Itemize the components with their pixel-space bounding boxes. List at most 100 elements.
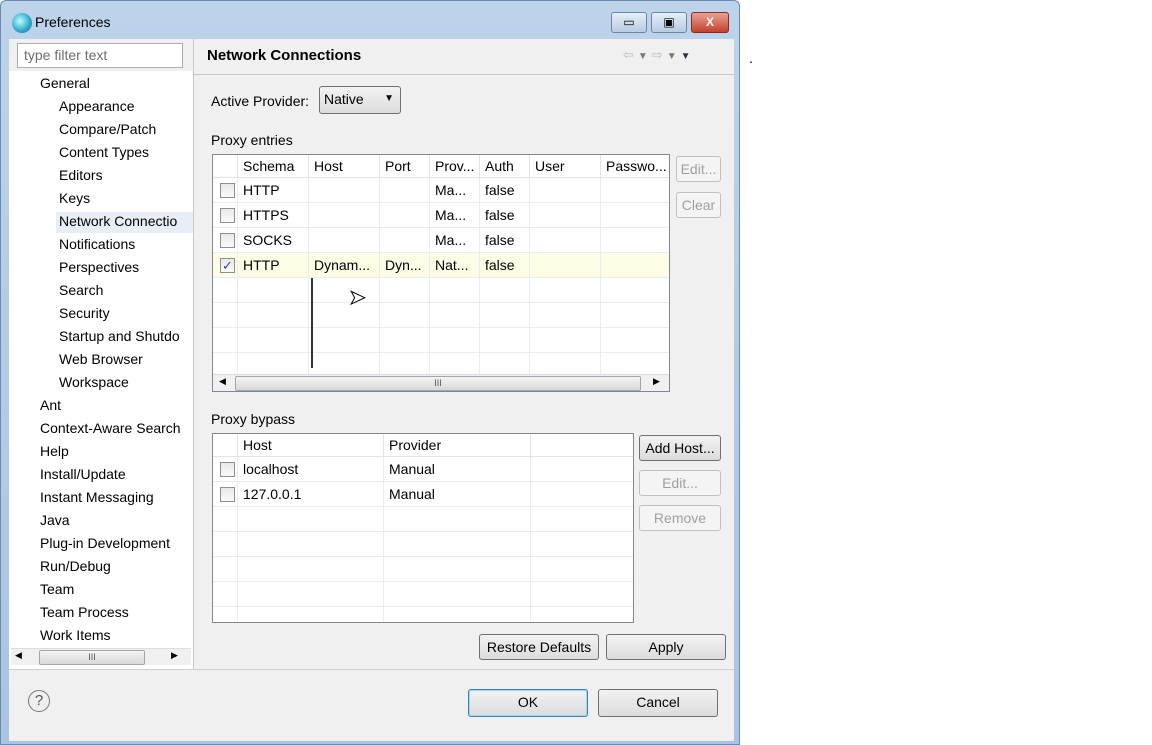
tree-item[interactable]: Search: [56, 281, 106, 302]
forward-menu-icon[interactable]: ▼: [667, 51, 681, 62]
tree-item[interactable]: Keys: [56, 189, 93, 210]
tree-item[interactable]: Content Types: [56, 143, 152, 164]
column-header[interactable]: Host: [309, 155, 380, 178]
table-cell[interactable]: [530, 178, 601, 203]
remove-bypass-button[interactable]: Remove: [639, 505, 721, 531]
scroll-left-arrow-icon[interactable]: ◀: [219, 376, 226, 387]
add-host-button[interactable]: Add Host...: [639, 435, 721, 461]
column-header[interactable]: User: [530, 155, 601, 178]
table-cell[interactable]: [601, 178, 669, 203]
tree-item[interactable]: Work Items: [37, 626, 114, 647]
column-header[interactable]: Passwo...: [601, 155, 669, 178]
scroll-thumb[interactable]: III: [235, 376, 641, 391]
column-header[interactable]: Port: [380, 155, 430, 178]
column-header[interactable]: [213, 434, 238, 457]
row-checkbox[interactable]: [220, 208, 235, 223]
table-cell[interactable]: Dynam...: [309, 253, 380, 278]
table-cell[interactable]: localhost: [238, 457, 384, 482]
tree-item[interactable]: Plug-in Development: [37, 534, 173, 555]
row-checkbox[interactable]: [220, 183, 235, 198]
table-cell[interactable]: Manual: [384, 457, 531, 482]
row-checkbox[interactable]: [220, 462, 235, 477]
table-cell[interactable]: [601, 228, 669, 253]
table-cell[interactable]: [380, 228, 430, 253]
table-cell[interactable]: [380, 178, 430, 203]
maximize-button[interactable]: ▣: [651, 12, 687, 33]
column-header[interactable]: Prov...: [430, 155, 480, 178]
tree-item[interactable]: General: [37, 74, 93, 95]
restore-defaults-button[interactable]: Restore Defaults: [479, 634, 599, 660]
tree-item[interactable]: Compare/Patch: [56, 120, 159, 141]
table-cell[interactable]: [309, 228, 380, 253]
tree-item[interactable]: Team Process: [37, 603, 132, 624]
table-cell[interactable]: [309, 178, 380, 203]
table-cell[interactable]: Ma...: [430, 228, 480, 253]
column-header[interactable]: Host: [238, 434, 384, 457]
table-cell[interactable]: Manual: [384, 482, 531, 507]
column-header[interactable]: Schema: [238, 155, 309, 178]
tree-item[interactable]: Network Connectio: [56, 212, 193, 233]
tree-item[interactable]: Notifications: [56, 235, 138, 256]
table-cell[interactable]: [601, 203, 669, 228]
tree-item[interactable]: Help: [37, 442, 72, 463]
forward-arrow-icon[interactable]: ⇨: [652, 47, 667, 62]
table-cell[interactable]: HTTP: [238, 178, 309, 203]
proxy-entries-table[interactable]: Schema Host Port Prov... Auth User Passwo... HT…: [212, 154, 670, 392]
tree-horizontal-scrollbar[interactable]: ◀ III ▶: [11, 648, 191, 665]
tree-item[interactable]: Appearance: [56, 97, 138, 118]
table-cell[interactable]: [601, 253, 669, 278]
tree-item[interactable]: Context-Aware Search: [37, 419, 184, 440]
table-cell[interactable]: false: [480, 203, 530, 228]
minimize-button[interactable]: ▭: [611, 12, 647, 33]
cancel-button[interactable]: Cancel: [598, 689, 718, 717]
tree-item[interactable]: Perspectives: [56, 258, 142, 279]
table-cell[interactable]: Ma...: [430, 203, 480, 228]
tree-item[interactable]: Security: [56, 304, 113, 325]
table-cell[interactable]: [530, 228, 601, 253]
table-cell[interactable]: 127.0.0.1: [238, 482, 384, 507]
row-checkbox[interactable]: [220, 233, 235, 248]
table-cell[interactable]: [380, 203, 430, 228]
edit-bypass-button[interactable]: Edit...: [639, 470, 721, 496]
tree-item[interactable]: Run/Debug: [37, 557, 114, 578]
edit-proxy-button[interactable]: Edit...: [676, 156, 721, 182]
help-icon[interactable]: ?: [28, 690, 50, 712]
apply-button[interactable]: Apply: [606, 634, 726, 660]
close-button[interactable]: X: [691, 12, 729, 33]
tree-item[interactable]: Instant Messaging: [37, 488, 157, 509]
table-cell[interactable]: [531, 457, 633, 482]
table-cell[interactable]: false: [480, 253, 530, 278]
table-cell[interactable]: false: [480, 178, 530, 203]
sash-divider[interactable]: [193, 39, 194, 669]
scroll-thumb[interactable]: III: [39, 650, 145, 665]
back-arrow-icon[interactable]: ⇦: [623, 47, 638, 62]
tree-item[interactable]: Workspace: [56, 373, 132, 394]
column-header[interactable]: [531, 434, 633, 457]
preference-tree[interactable]: General Appearance Compare/Patch Content Ty…: [9, 71, 193, 669]
proxy-bypass-table[interactable]: Host Provider localhost Manual 127.0.0.1 Manu…: [212, 433, 634, 623]
table-cell[interactable]: HTTP: [238, 253, 309, 278]
column-header[interactable]: [213, 155, 238, 178]
tree-item[interactable]: Java: [37, 511, 73, 532]
row-checkbox[interactable]: ✓: [220, 258, 235, 273]
tree-item[interactable]: Web Browser: [56, 350, 146, 371]
entries-horizontal-scrollbar[interactable]: ◀ III ▶: [213, 374, 669, 391]
table-cell[interactable]: false: [480, 228, 530, 253]
clear-proxy-button[interactable]: Clear: [676, 192, 721, 218]
table-cell[interactable]: Dyn...: [380, 253, 430, 278]
tree-item[interactable]: Team: [37, 580, 77, 601]
table-cell[interactable]: Nat...: [430, 253, 480, 278]
table-cell[interactable]: [531, 482, 633, 507]
table-cell[interactable]: HTTPS: [238, 203, 309, 228]
row-checkbox[interactable]: [220, 487, 235, 502]
scroll-right-arrow-icon[interactable]: ▶: [653, 376, 660, 387]
back-menu-icon[interactable]: ▼: [638, 51, 652, 62]
ok-button[interactable]: OK: [468, 689, 588, 717]
scroll-right-arrow-icon[interactable]: ▶: [171, 650, 178, 661]
column-header[interactable]: Provider: [384, 434, 531, 457]
tree-item[interactable]: Ant: [37, 396, 64, 417]
filter-input[interactable]: type filter text: [17, 43, 183, 68]
tree-item[interactable]: Startup and Shutdo: [56, 327, 183, 348]
column-header[interactable]: Auth: [480, 155, 530, 178]
table-cell[interactable]: Ma...: [430, 178, 480, 203]
